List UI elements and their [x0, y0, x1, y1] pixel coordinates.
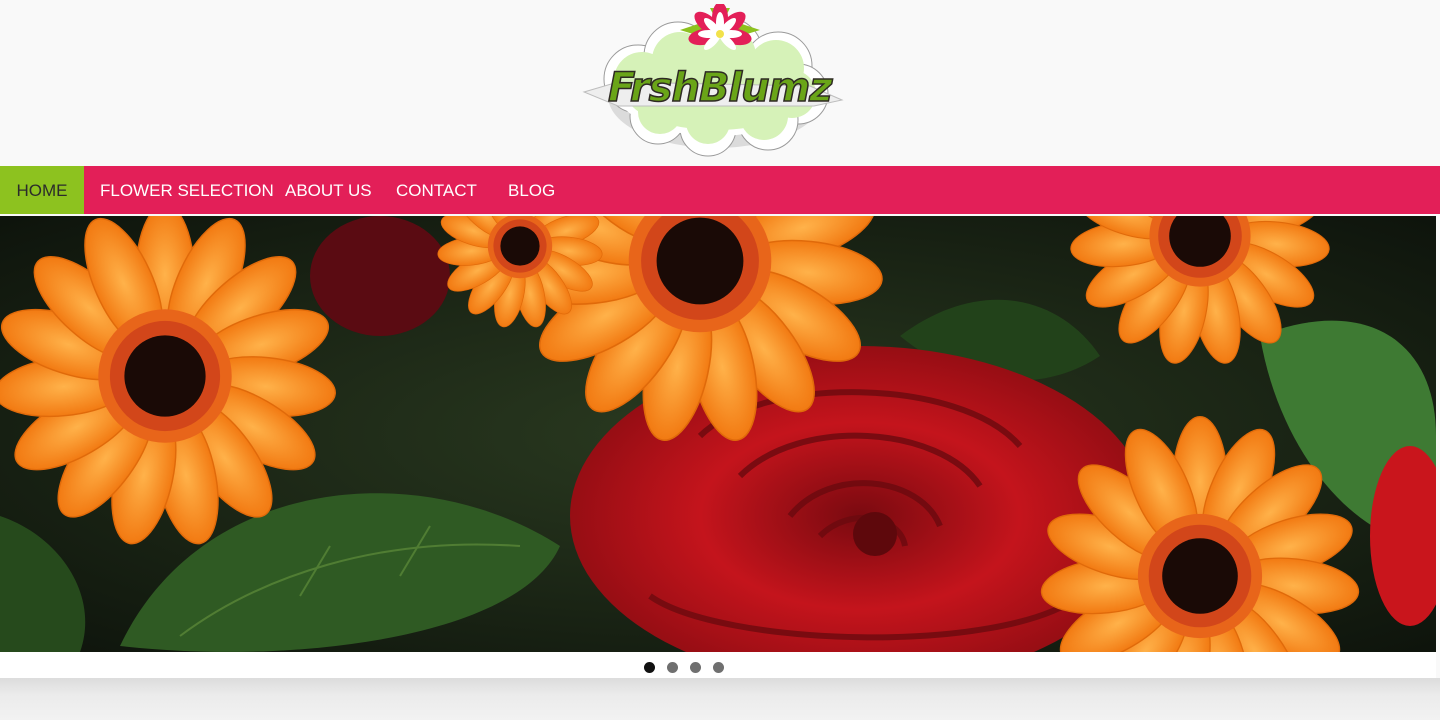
main-nav: HOME FLOWER SELECTION ABOUT US CONTACT B…: [0, 166, 1440, 214]
nav-item-flower-selection[interactable]: FLOWER SELECTION: [100, 166, 274, 214]
nav-item-contact[interactable]: CONTACT: [396, 166, 477, 214]
site-logo[interactable]: FrshBlumz: [578, 2, 848, 160]
slider-dot-3[interactable]: [690, 662, 701, 673]
nav-item-blog[interactable]: BLOG: [508, 166, 555, 214]
content-band: [0, 678, 1440, 720]
slider-pagination: [0, 652, 1436, 678]
logo-text: FrshBlumz: [607, 65, 833, 111]
logo-wordmark: FrshBlumz: [607, 65, 833, 111]
slider-dot-4[interactable]: [713, 662, 724, 673]
nav-item-about-us[interactable]: ABOUT US: [285, 166, 372, 214]
flower-bouquet-image: [0, 216, 1436, 652]
site-header: FrshBlumz: [0, 0, 1440, 166]
slider-dot-2[interactable]: [667, 662, 678, 673]
nav-item-home[interactable]: HOME: [0, 166, 84, 214]
hero-slide-image[interactable]: [0, 216, 1436, 652]
slider-dot-1[interactable]: [644, 662, 655, 673]
